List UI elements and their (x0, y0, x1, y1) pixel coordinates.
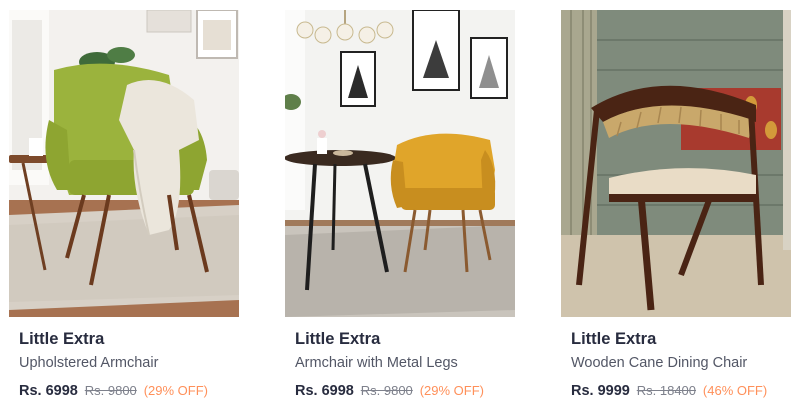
product-name: Upholstered Armchair (19, 355, 159, 371)
product-brand: Little Extra (19, 330, 105, 348)
product-grid: Little Extra Upholstered Armchair Rs. 69… (0, 0, 800, 402)
product-name: Armchair with Metal Legs (295, 355, 458, 371)
product-card-wooden-cane-chair[interactable]: Little Extra Wooden Cane Dining Chair Rs… (561, 10, 791, 402)
product-mrp: Rs. 9800 (360, 383, 413, 398)
product-price: Rs. 6998 (19, 383, 78, 399)
product-discount: (29% OFF) (419, 383, 484, 398)
product-price: Rs. 9999 (571, 383, 630, 399)
product-image[interactable] (9, 10, 239, 317)
product-mrp: Rs. 9800 (84, 383, 137, 398)
mustard-armchair-photo (285, 10, 515, 317)
product-image[interactable] (561, 10, 791, 317)
price-row: Rs. 9999 Rs. 18400 (46% OFF) (571, 382, 767, 399)
cane-chair-photo (561, 10, 791, 317)
product-card-upholstered-armchair[interactable]: Little Extra Upholstered Armchair Rs. 69… (9, 10, 239, 402)
product-image[interactable] (285, 10, 515, 317)
price-row: Rs. 6998 Rs. 9800 (29% OFF) (295, 382, 484, 399)
product-mrp: Rs. 18400 (636, 383, 697, 398)
product-name: Wooden Cane Dining Chair (571, 355, 748, 371)
product-brand: Little Extra (295, 330, 381, 348)
product-price: Rs. 6998 (295, 383, 354, 399)
product-discount: (29% OFF) (143, 383, 208, 398)
product-card-armchair-metal-legs[interactable]: Little Extra Armchair with Metal Legs Rs… (285, 10, 515, 402)
product-brand: Little Extra (571, 330, 657, 348)
green-armchair-photo (9, 10, 239, 317)
product-discount: (46% OFF) (702, 383, 768, 398)
price-row: Rs. 6998 Rs. 9800 (29% OFF) (19, 382, 208, 399)
